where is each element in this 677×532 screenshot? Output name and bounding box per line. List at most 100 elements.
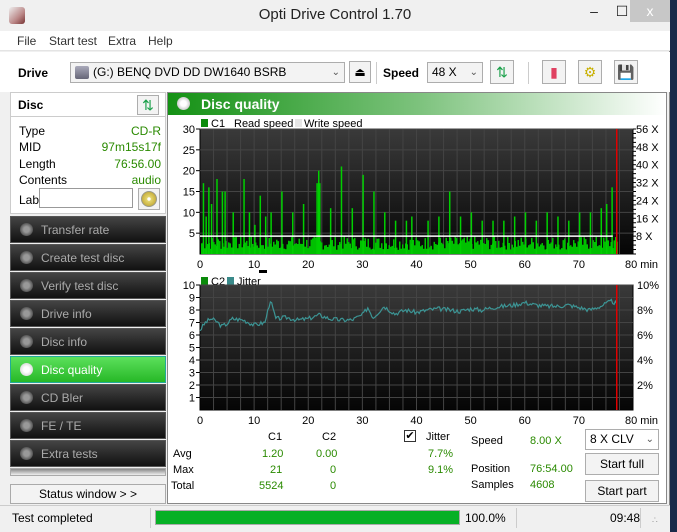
separator	[528, 62, 529, 84]
c1-bar	[496, 247, 498, 254]
speed-select[interactable]: 48 X ⌄	[427, 62, 483, 83]
nav-filler	[10, 468, 166, 476]
c1-bar	[397, 249, 399, 254]
y2-tick-label: 10%	[637, 280, 659, 292]
status-window-button[interactable]: Status window > >	[10, 484, 166, 504]
c1-bar	[232, 212, 234, 254]
disc-refresh-button[interactable]: ⇅	[137, 95, 159, 115]
c1-bar	[453, 243, 455, 254]
legend-c2-swatch	[201, 277, 208, 285]
c1-bar	[526, 247, 528, 254]
menu-help[interactable]: Help	[148, 34, 173, 48]
c1-bar	[564, 238, 566, 254]
c1-bar	[421, 245, 423, 254]
nav-extra-tests[interactable]: Extra tests	[10, 440, 166, 467]
c1-bar	[378, 238, 380, 254]
c1-bar	[432, 249, 434, 254]
c1-bar	[411, 216, 413, 254]
chevron-down-icon: ⌄	[331, 67, 340, 78]
c1-bar	[219, 241, 221, 254]
c1-bar	[264, 216, 267, 254]
c1-bar	[489, 249, 491, 254]
c1-bar	[399, 241, 401, 254]
c1-bar	[444, 248, 446, 254]
save-button[interactable]: 💾	[614, 60, 638, 84]
nav-disc-info[interactable]: Disc info	[10, 328, 166, 355]
refresh-icon: ⇅	[142, 96, 154, 113]
minimize-button[interactable]: –	[580, 0, 608, 22]
settings-button[interactable]: ⚙	[578, 60, 602, 84]
nav-fe-te[interactable]: FE / TE	[10, 412, 166, 439]
eject-button[interactable]: ⏏	[349, 61, 371, 83]
y-tick-label: 30	[183, 124, 195, 136]
nav-drive-info[interactable]: Drive info	[10, 300, 166, 327]
c1-bar	[429, 247, 431, 254]
c1-bar	[517, 239, 519, 254]
c1-bar	[600, 208, 603, 254]
c1-bar	[484, 243, 486, 254]
c1-bar	[439, 237, 441, 254]
start-full-button[interactable]: Start full	[585, 453, 659, 475]
nav-cd-bler[interactable]: CD Bler	[10, 384, 166, 411]
disc-icon	[20, 363, 33, 376]
c1-bar	[259, 195, 262, 254]
c1-bar	[586, 244, 588, 254]
c1-bar	[574, 243, 576, 254]
c1-bar	[340, 166, 343, 254]
c1-bar	[543, 245, 545, 254]
menu-file[interactable]: File	[17, 34, 36, 48]
resize-grip[interactable]: ∴	[652, 515, 658, 526]
c1-bar	[478, 244, 480, 254]
jitter-checkbox[interactable]: ✔	[404, 430, 416, 442]
x-tick-label: 80 min	[625, 415, 658, 427]
y-tick-label: 20	[183, 166, 195, 178]
read-label-button[interactable]	[138, 188, 160, 210]
nav-disc-quality[interactable]: Disc quality	[10, 356, 166, 383]
y-tick-label: 2	[189, 380, 195, 392]
nav-verify-test-disc[interactable]: Verify test disc	[10, 272, 166, 299]
speed-mode-value: 8 X CLV	[590, 432, 634, 446]
drive-select[interactable]: (G:) BENQ DVD DD DW1640 BSRB ⌄	[70, 62, 345, 83]
c1-bar	[585, 239, 587, 254]
legend-read-speed: Read speed	[234, 118, 293, 130]
speed-mode-select[interactable]: 8 X CLV ⌄	[585, 429, 659, 450]
c1-bar	[283, 248, 285, 254]
c1-bar	[603, 237, 605, 254]
y2-tick-label: 8 X	[636, 231, 653, 243]
erase-button[interactable]: ▮	[542, 60, 566, 84]
legend-write-swatch	[295, 119, 302, 127]
disc-icon	[141, 191, 157, 207]
c1-bar	[281, 191, 283, 254]
c1-bar	[304, 246, 306, 254]
x-tick-label: 70	[573, 415, 585, 427]
nav-create-test-disc[interactable]: Create test disc	[10, 244, 166, 271]
refresh-icon: ⇅	[496, 63, 508, 80]
start-part-button[interactable]: Start part	[585, 480, 659, 502]
c1-bar	[418, 241, 420, 254]
c1-bar	[607, 240, 609, 254]
c1-bar	[562, 240, 564, 254]
position-value: 76:54.00	[530, 463, 573, 475]
c1-bar	[595, 236, 597, 254]
menu-start-test[interactable]: Start test	[49, 34, 97, 48]
window-title: Opti Drive Control 1.70	[258, 6, 412, 23]
speed-label: Speed	[471, 435, 503, 447]
menu-extra[interactable]: Extra	[108, 34, 136, 48]
c1-bar	[430, 245, 432, 254]
c1-bar	[216, 179, 218, 254]
refresh-button[interactable]: ⇅	[490, 60, 514, 84]
separator	[150, 508, 151, 528]
c1-bar	[201, 243, 203, 254]
c1-bar	[540, 244, 542, 254]
y2-tick-label: 32 X	[636, 178, 659, 190]
c1-bar	[238, 243, 240, 254]
c1-bar	[454, 236, 456, 254]
c1-bar	[385, 243, 387, 254]
c1-bar	[553, 248, 555, 254]
close-button[interactable]: x	[630, 0, 670, 22]
label-input[interactable]	[39, 188, 133, 208]
nav-transfer-rate[interactable]: Transfer rate	[10, 216, 166, 243]
col-c2: C2	[322, 431, 337, 443]
c1-bar	[224, 191, 226, 254]
c1-bar	[349, 243, 351, 254]
